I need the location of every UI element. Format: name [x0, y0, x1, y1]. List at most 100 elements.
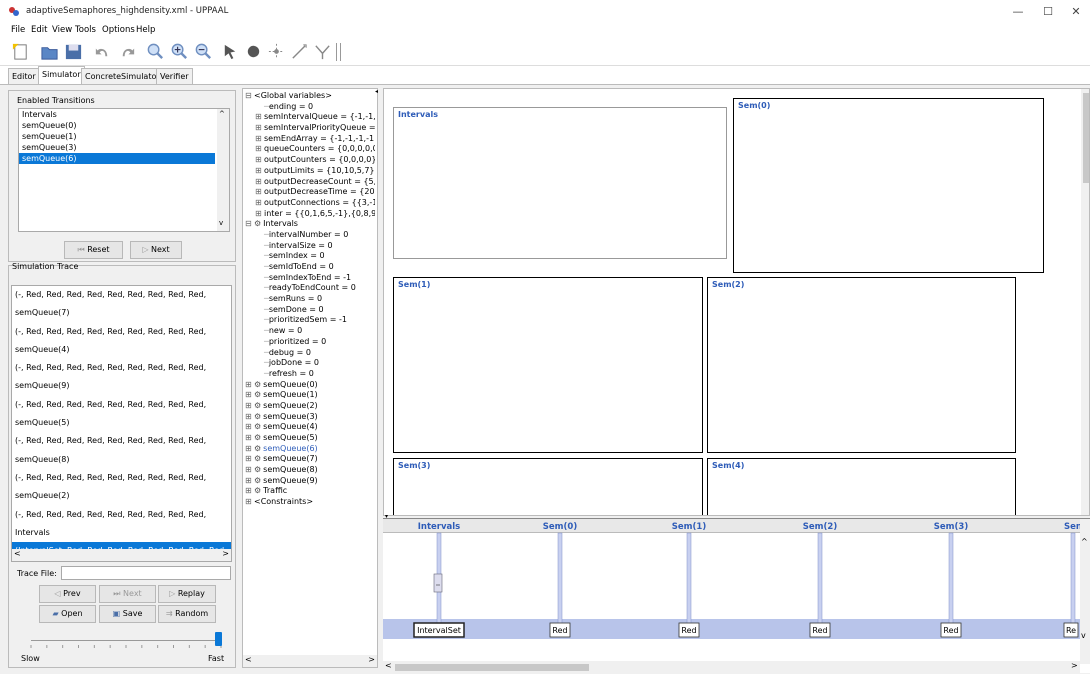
tree-node[interactable]: ─semDone = 0 [245, 305, 375, 316]
tree-node[interactable]: ─jobDone = 0 [245, 358, 375, 369]
scroll-down-icon[interactable]: v [1081, 631, 1086, 640]
tree-node[interactable]: ⊞ <Constraints> [245, 497, 375, 508]
tree-node[interactable]: ─semIdToEnd = 0 [245, 262, 375, 273]
zoom-icon[interactable] [146, 41, 165, 62]
horizontal-scrollbar[interactable]: < > [243, 655, 377, 667]
save-button[interactable]: ▣ Save [99, 605, 156, 623]
tree-node[interactable]: ─refresh = 0 [245, 369, 375, 380]
trace-item[interactable]: semQueue(4) [12, 341, 231, 359]
tree-node[interactable]: ⊞ ⚙ semQueue(0) [245, 380, 375, 391]
trace-item[interactable]: (-, Red, Red, Red, Red, Red, Red, Red, R… [12, 286, 231, 304]
horizontal-scrollbar[interactable]: < > [12, 549, 231, 561]
list-item[interactable]: semQueue(1) [19, 131, 229, 142]
trace-item[interactable]: (-, Red, Red, Red, Red, Red, Red, Red, R… [12, 432, 231, 450]
location-icon[interactable] [244, 41, 263, 62]
trace-item[interactable]: (-, Red, Red, Red, Red, Red, Red, Red, R… [12, 359, 231, 377]
expand-toggle-icon[interactable]: ⊞ [255, 155, 264, 166]
scrollbar[interactable] [1081, 89, 1089, 515]
scroll-left-icon[interactable]: < [245, 655, 252, 664]
expand-toggle-icon[interactable]: ⊞ [245, 422, 254, 433]
trace-item[interactable]: Intervals [12, 524, 231, 542]
close-button[interactable]: ✕ [1062, 4, 1090, 20]
tree-node[interactable]: ⊞ ⚙ semQueue(6) [245, 444, 375, 455]
template-sem1[interactable]: Sem(1) [393, 277, 703, 453]
prev-button[interactable]: ◁ Prev [39, 585, 96, 603]
scroll-up-icon[interactable]: ^ [1081, 537, 1088, 546]
expand-toggle-icon[interactable]: ⊞ [255, 177, 264, 188]
zoom-out-icon[interactable] [194, 41, 213, 62]
tree-node[interactable]: ─semIndex = 0 [245, 251, 375, 262]
template-intervals[interactable]: Intervals [393, 107, 727, 259]
tree-node[interactable]: ⊞ ⚙ semQueue(4) [245, 422, 375, 433]
expand-toggle-icon[interactable]: ⊞ [255, 198, 264, 209]
expand-toggle-icon[interactable]: ⊞ [255, 134, 264, 145]
next-button[interactable]: ▷ Next [130, 241, 182, 259]
tree-node[interactable]: ⊞ ⚙ semQueue(3) [245, 412, 375, 423]
horizontal-scrollbar[interactable]: < > [383, 661, 1080, 674]
tree-node[interactable]: ⊞ ⚙ semQueue(2) [245, 401, 375, 412]
list-item[interactable]: semQueue(3) [19, 142, 229, 153]
save-icon[interactable] [64, 41, 83, 62]
tree-node[interactable]: ⊞ outputConnections = {{3,-1 [245, 198, 375, 209]
simulation-trace-list[interactable]: (-, Red, Red, Red, Red, Red, Red, Red, R… [11, 285, 232, 562]
scroll-right-icon[interactable]: > [222, 549, 229, 558]
redo-icon[interactable] [118, 41, 137, 62]
collapse-icon[interactable]: ◂ [375, 88, 378, 95]
process-panel[interactable]: Intervals Sem(0) Sem(1) Sem(2) Sem(3) Se… [383, 88, 1090, 516]
trace-file-input[interactable] [61, 566, 231, 580]
reset-button[interactable]: ⏮ Reset [64, 241, 123, 259]
tree-node[interactable]: ─new = 0 [245, 326, 375, 337]
tree-node[interactable]: ─debug = 0 [245, 348, 375, 359]
branch-icon[interactable] [313, 41, 332, 62]
tree-node[interactable]: ⊞ queueCounters = {0,0,0,0,0 [245, 144, 375, 155]
scroll-thumb[interactable] [395, 664, 589, 671]
template-sem0[interactable]: Sem(0) [733, 98, 1044, 273]
select-icon[interactable] [221, 41, 240, 62]
tab-concrete-simulator[interactable]: ConcreteSimulator [81, 68, 164, 84]
scroll-left-icon[interactable]: < [14, 549, 21, 558]
tree-node[interactable]: ⊞ outputDecreaseTime = {200 [245, 187, 375, 198]
expand-toggle-icon[interactable]: ⊞ [245, 380, 254, 391]
tree-node[interactable]: ⊞ ⚙ semQueue(7) [245, 454, 375, 465]
splitter[interactable]: ◂ [375, 88, 380, 668]
scroll-right-icon[interactable]: > [1071, 661, 1078, 670]
nail-icon[interactable] [267, 41, 286, 62]
zoom-in-icon[interactable] [170, 41, 189, 62]
speed-slider-thumb[interactable] [215, 632, 222, 646]
random-button[interactable]: ⇉ Random [158, 605, 216, 623]
expand-toggle-icon[interactable]: ⊞ [245, 476, 254, 487]
trace-item[interactable]: semQueue(8) [12, 451, 231, 469]
enabled-transitions-list[interactable]: Intervals semQueue(0) semQueue(1) semQue… [18, 108, 230, 232]
trace-item[interactable]: semQueue(5) [12, 414, 231, 432]
scroll-left-icon[interactable]: < [385, 661, 392, 670]
speed-slider-track[interactable] [31, 640, 221, 641]
tree-node[interactable]: ─readyToEndCount = 0 [245, 283, 375, 294]
expand-toggle-icon[interactable]: ⊞ [245, 454, 254, 465]
expand-toggle-icon[interactable]: ⊞ [255, 166, 264, 177]
collapse-toggle-icon[interactable]: ⊟ [245, 219, 254, 230]
menu-edit[interactable]: Edit [31, 25, 47, 35]
trace-item[interactable]: (-, Red, Red, Red, Red, Red, Red, Red, R… [12, 469, 231, 487]
tree-node[interactable]: ⊟ <Global variables> [245, 91, 375, 102]
menu-view[interactable]: View [52, 25, 72, 35]
expand-toggle-icon[interactable]: ⊞ [245, 401, 254, 412]
tab-simulator[interactable]: Simulator [38, 66, 85, 84]
tree-node[interactable]: ⊞ ⚙ Traffic [245, 486, 375, 497]
tree-node[interactable]: ─prioritizedSem = -1 [245, 315, 375, 326]
menu-tools[interactable]: Tools [75, 25, 96, 35]
tree-node[interactable]: ⊞ ⚙ semQueue(9) [245, 476, 375, 487]
scroll-up-icon[interactable]: ^ [219, 110, 225, 118]
tree-node[interactable]: ⊞ semEndArray = {-1,-1,-1,-1 [245, 134, 375, 145]
tree-node[interactable]: ⊞ outputDecreaseCount = {5, [245, 177, 375, 188]
expand-toggle-icon[interactable]: ⊞ [255, 209, 264, 220]
expand-toggle-icon[interactable]: ⊞ [245, 444, 254, 455]
trace-item[interactable]: (-, Red, Red, Red, Red, Red, Red, Red, R… [12, 506, 231, 524]
template-sem2[interactable]: Sem(2) [707, 277, 1016, 453]
minimize-button[interactable]: — [1004, 4, 1032, 20]
scrollbar[interactable]: ^ v [1080, 519, 1090, 664]
list-item[interactable]: Intervals [19, 109, 229, 120]
trace-item[interactable]: semQueue(9) [12, 377, 231, 395]
trace-next-button[interactable]: ⏭ Next [99, 585, 156, 603]
tab-editor[interactable]: Editor [8, 68, 40, 84]
scroll-down-icon[interactable]: v [219, 219, 223, 227]
